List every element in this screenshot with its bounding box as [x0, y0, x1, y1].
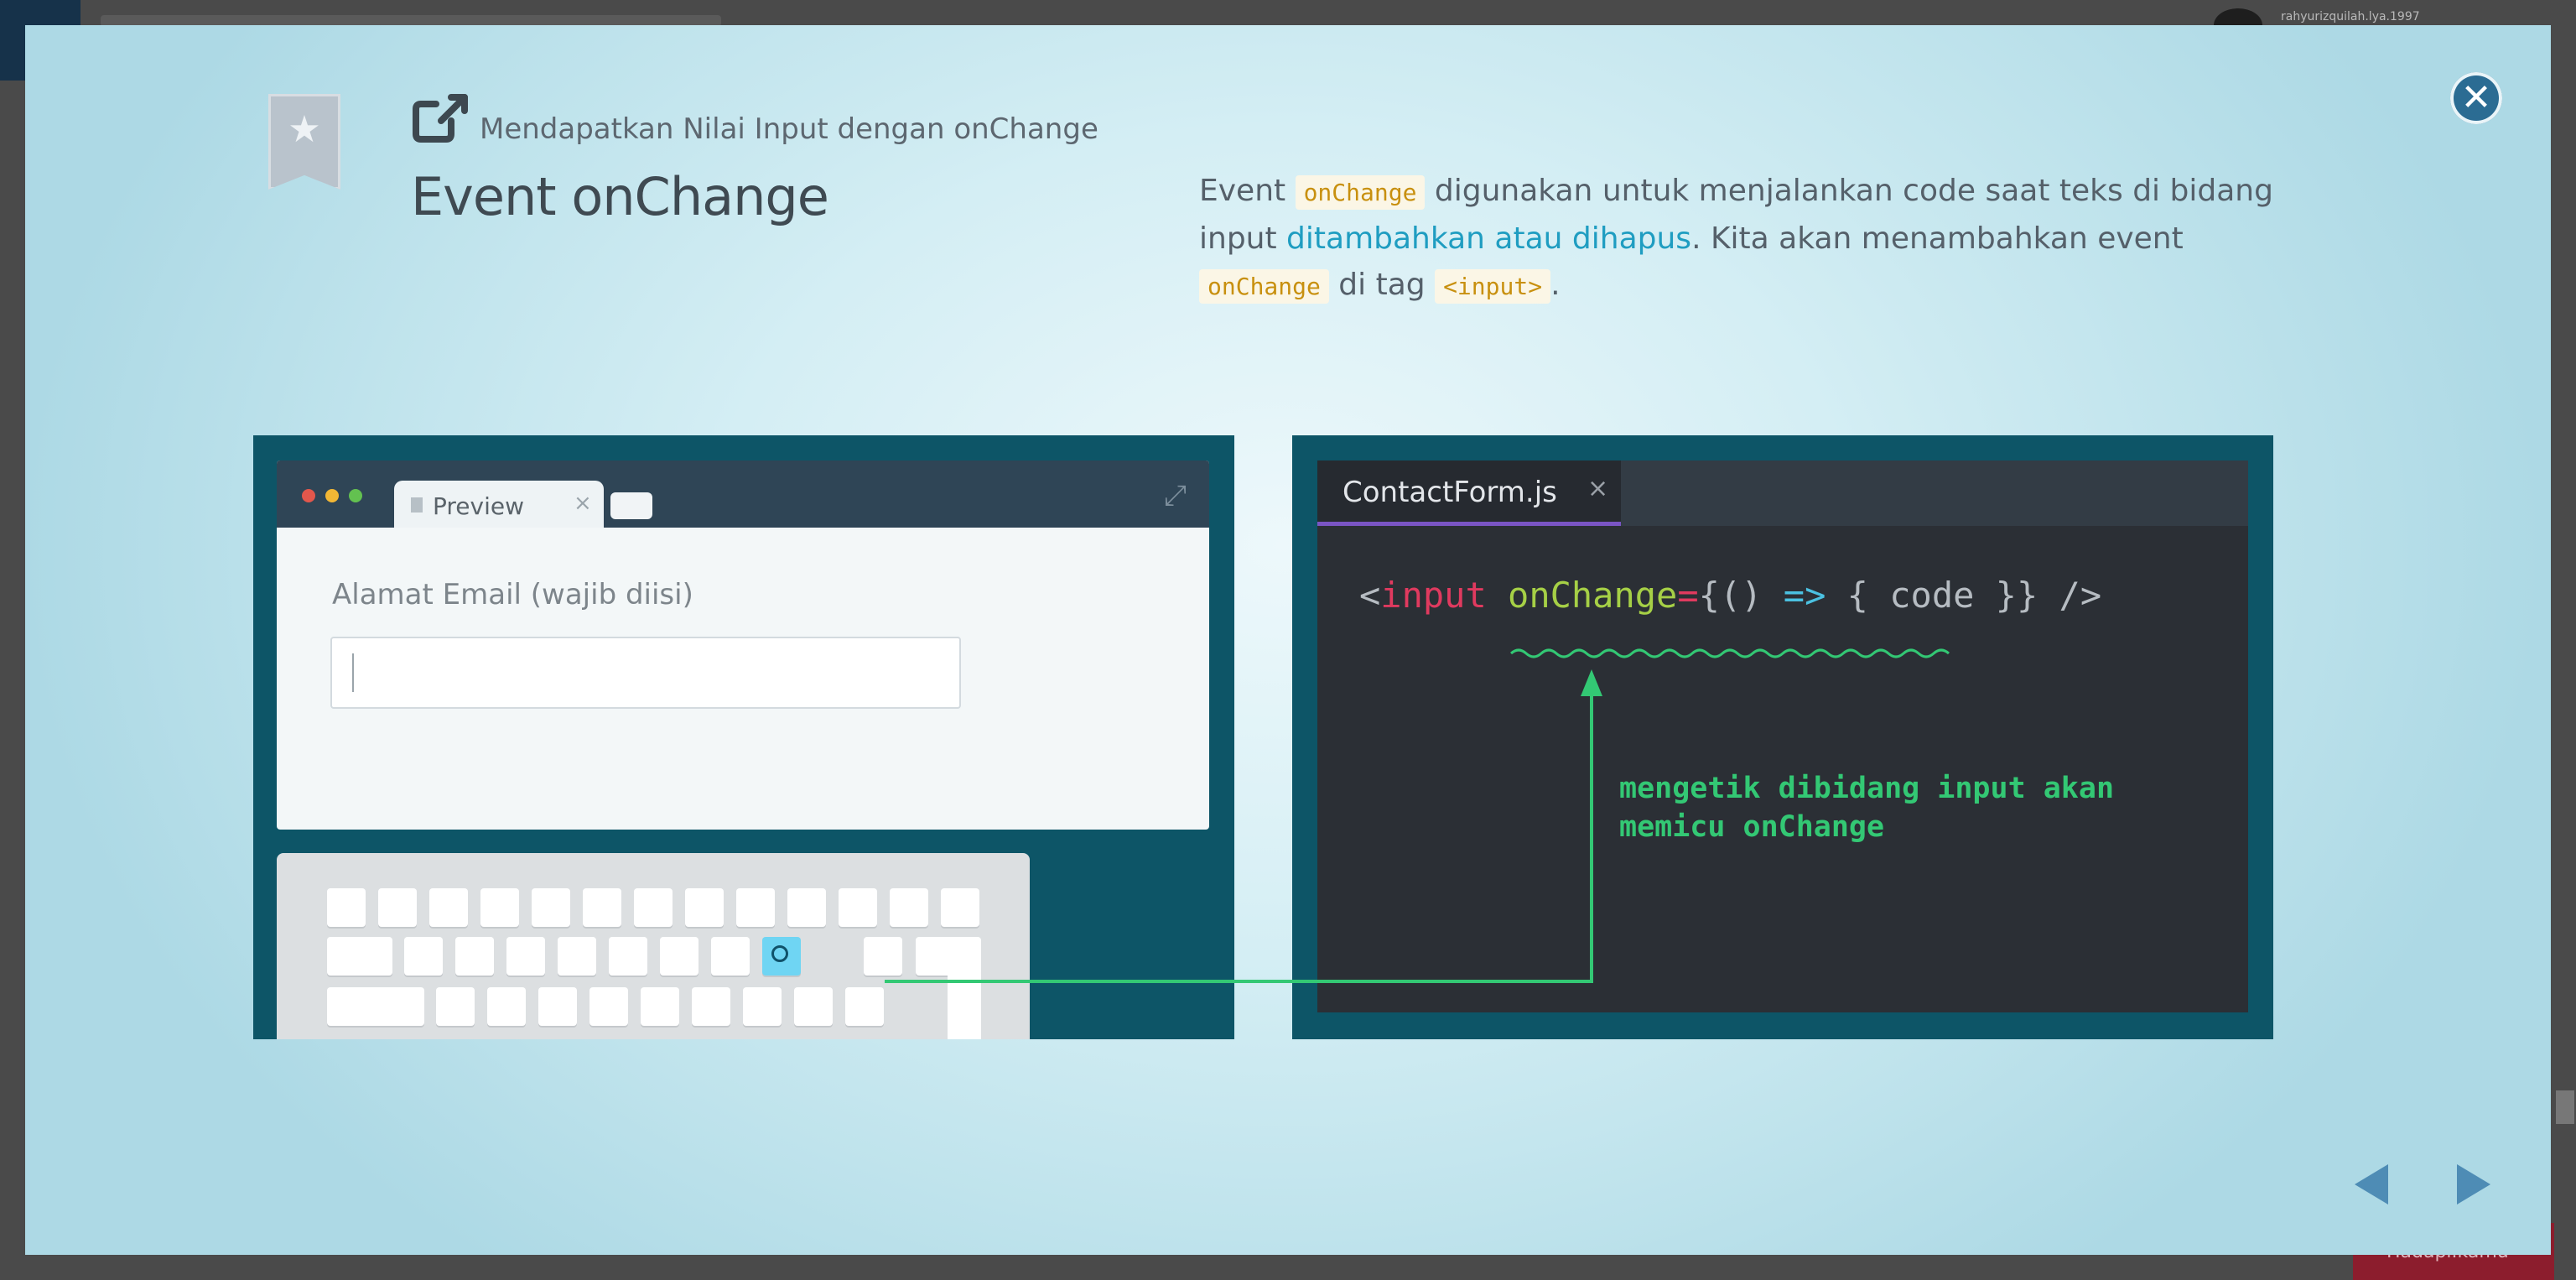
code-chip-onchange-2: onChange [1199, 269, 1329, 304]
keyboard-key-o [762, 937, 801, 976]
keyboard-key [948, 970, 981, 1039]
next-arrow-icon[interactable] [2454, 1163, 2494, 1206]
keyboard-key [429, 888, 468, 927]
close-button[interactable]: ✕ [2450, 72, 2502, 124]
keyboard-key [538, 987, 577, 1026]
keyboard-key [532, 888, 570, 927]
keyboard-key [692, 987, 730, 1026]
bookmark-star-icon[interactable]: ★ [268, 94, 340, 190]
keyboard-key [506, 937, 545, 976]
code-equals: = [1677, 575, 1699, 616]
keyboard-key [436, 987, 475, 1026]
keyboard-key [845, 987, 884, 1026]
desc-text-4: di tag [1328, 268, 1436, 302]
keyboard-key [743, 987, 782, 1026]
keyboard-key [589, 987, 628, 1026]
keyboard-key [794, 987, 833, 1026]
desc-highlight: ditambahkan atau dihapus [1286, 221, 1692, 256]
document-icon [411, 497, 423, 513]
email-field[interactable] [330, 637, 961, 709]
text-caret [352, 653, 354, 692]
keyboard-key [404, 937, 443, 976]
tab-close-icon[interactable]: × [574, 491, 592, 516]
code-arrow: => [1783, 575, 1826, 616]
window-minimize-dot [325, 489, 339, 502]
keyboard-key [609, 937, 647, 976]
code-chip-onchange: onChange [1295, 175, 1426, 210]
editor-tabbar: ContactForm.js × [1317, 460, 2248, 526]
window-close-dot [302, 489, 315, 502]
expand-icon[interactable]: ⤢ [1164, 479, 1187, 513]
keyboard-key [378, 888, 417, 927]
keyboard-key [660, 937, 699, 976]
keyboard-illustration [277, 853, 1030, 1039]
backdrop-scrollbar [2556, 1090, 2574, 1124]
browser-titlebar: Preview × ⤢ [277, 460, 1209, 528]
window-maximize-dot [349, 489, 362, 502]
keyboard-key [583, 888, 621, 927]
code-close: } /> [2016, 575, 2102, 616]
code-body: { code } [1846, 575, 2017, 616]
close-icon: ✕ [2460, 76, 2492, 119]
desc-text-1: Event [1199, 174, 1296, 208]
keyboard-key [711, 937, 750, 976]
tab-contactform[interactable]: ContactForm.js × [1317, 460, 1621, 526]
keyboard-key [327, 987, 424, 1026]
code-args: () [1719, 575, 1763, 616]
code-line: <input onChange={() => { code }} /> [1359, 575, 2101, 616]
preview-illustration: Preview × ⤢ Alamat Email (wajib diisi) [253, 435, 1234, 1039]
desc-text-5: . [1550, 268, 1561, 302]
user-name: rahyurizquilah.lya.1997 [2281, 10, 2420, 23]
keyboard-key [455, 937, 494, 976]
file-tab-close-icon[interactable]: × [1587, 474, 1608, 503]
keyboard-key [736, 888, 775, 927]
lesson-subtitle: Mendapatkan Nilai Input dengan onChange [480, 112, 1098, 146]
keyboard-key [327, 888, 366, 927]
new-tab-button[interactable] [610, 492, 652, 519]
keyboard-key [890, 888, 928, 927]
keyboard-key [641, 987, 679, 1026]
code-chip-input-tag: <input> [1435, 269, 1551, 304]
keyboard-key [480, 888, 519, 927]
code-illustration: ContactForm.js × <input onChange={() => … [1292, 435, 2273, 1039]
annotation-line-1: mengetik dibidang input akan [1619, 772, 2115, 805]
code-attr: onChange [1508, 575, 1678, 616]
code-tag: input [1380, 575, 1487, 616]
code-editor: ContactForm.js × <input onChange={() => … [1317, 460, 2248, 1012]
lesson-description: Event onChange digunakan untuk menjalank… [1199, 168, 2289, 310]
keyboard-key [634, 888, 673, 927]
star-icon: ★ [288, 108, 321, 151]
annotation-line-2: memicu onChange [1619, 810, 1885, 844]
keyboard-key [839, 888, 877, 927]
code-open-bracket: < [1359, 575, 1381, 616]
file-tab-label: ContactForm.js [1343, 476, 1557, 509]
external-link-icon[interactable] [411, 91, 470, 144]
prev-arrow-icon[interactable] [2351, 1163, 2392, 1206]
annotation-text: mengetik dibidang input akan memicu onCh… [1619, 769, 2114, 846]
keyboard-key [787, 888, 826, 927]
keyboard-key [864, 937, 902, 976]
keyboard-key [558, 937, 596, 976]
page-title: Event onChange [411, 166, 829, 227]
keyboard-key [685, 888, 724, 927]
email-field-label: Alamat Email (wajib diisi) [332, 578, 693, 611]
tab-preview-label: Preview [433, 492, 524, 520]
desc-text-3: . Kita akan menambahkan event [1691, 221, 2184, 256]
keyboard-key [941, 888, 979, 927]
keyboard-key [487, 987, 526, 1026]
keyboard-key [327, 937, 392, 976]
code-brace: { [1698, 575, 1720, 616]
browser-window: Preview × ⤢ Alamat Email (wajib diisi) [277, 460, 1209, 830]
tab-preview[interactable]: Preview × [394, 481, 604, 528]
